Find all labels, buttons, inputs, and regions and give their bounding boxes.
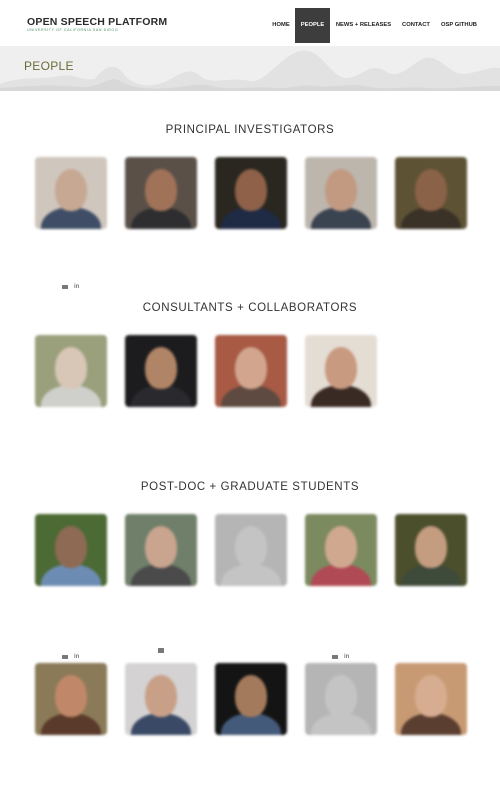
envelope-icon [62, 654, 68, 660]
section-heading-principal-investigators: PRINCIPAL INVESTIGATORS [165, 124, 335, 136]
envelope-icon [332, 654, 338, 660]
person-face [55, 526, 87, 568]
linkedin-link[interactable]: in [74, 654, 79, 661]
nav-home[interactable]: HOME [267, 8, 295, 43]
person-photo[interactable] [35, 514, 107, 586]
person-face [325, 347, 357, 389]
envelope-link[interactable] [62, 654, 68, 661]
person-photo[interactable] [35, 157, 107, 229]
linkedin-link[interactable]: in [74, 284, 79, 291]
person-face [55, 347, 87, 389]
linkedin-icon: in [74, 654, 80, 660]
envelope-icon [158, 648, 164, 653]
person-face [145, 169, 177, 211]
person-photo[interactable] [395, 663, 467, 735]
linkedin-link[interactable]: in [344, 654, 349, 661]
person-photo[interactable] [305, 663, 377, 735]
nav-osp-github[interactable]: OSP GITHUB [437, 8, 481, 43]
person-face [55, 675, 87, 717]
nav-news-releases[interactable]: NEWS + RELEASES [333, 8, 394, 43]
person-photo[interactable] [215, 663, 287, 735]
person-photo[interactable] [395, 157, 467, 229]
person-face [145, 675, 177, 717]
envelope-link[interactable] [62, 284, 68, 291]
page-title: PEOPLE [24, 59, 74, 73]
main-nav: HOME PEOPLE NEWS + RELEASES CONTACT OSP … [0, 8, 500, 43]
envelope-icon [62, 284, 68, 290]
person-face [325, 526, 357, 568]
person-face [55, 169, 87, 211]
person-photo[interactable] [215, 157, 287, 229]
social-links: in [62, 654, 85, 662]
social-links: in [62, 284, 85, 292]
page-banner: PEOPLE [0, 46, 500, 91]
social-links [158, 648, 170, 656]
person-photo[interactable] [125, 335, 197, 407]
person-face [415, 675, 447, 717]
person-face [235, 347, 267, 389]
placeholder-avatar-head [235, 526, 267, 568]
social-links: in [332, 654, 355, 662]
person-photo[interactable] [215, 335, 287, 407]
placeholder-avatar-head [325, 675, 357, 717]
person-face [145, 526, 177, 568]
person-face [415, 169, 447, 211]
envelope-link[interactable] [332, 654, 338, 661]
linkedin-icon: in [74, 284, 80, 290]
person-face [235, 169, 267, 211]
person-photo[interactable] [35, 663, 107, 735]
person-face [415, 526, 447, 568]
person-face [325, 169, 357, 211]
envelope-link[interactable] [158, 648, 164, 654]
person-photo[interactable] [215, 514, 287, 586]
person-photo[interactable] [125, 157, 197, 229]
person-photo[interactable] [305, 514, 377, 586]
section-heading-postdoc-graduate-students: POST-DOC + GRADUATE STUDENTS [140, 481, 360, 493]
section-heading-consultants-collaborators: CONSULTANTS + COLLABORATORS [142, 302, 358, 314]
site-header: OPEN SPEECH PLATFORM UNIVERSITY OF CALIF… [0, 0, 500, 46]
person-photo[interactable] [305, 335, 377, 407]
nav-people[interactable]: PEOPLE [295, 8, 330, 43]
person-photo[interactable] [125, 663, 197, 735]
person-photo[interactable] [305, 157, 377, 229]
person-photo[interactable] [35, 335, 107, 407]
nav-contact[interactable]: CONTACT [397, 8, 435, 43]
person-face [235, 675, 267, 717]
banner-background-shapes [0, 46, 500, 91]
person-photo[interactable] [125, 514, 197, 586]
person-face [145, 347, 177, 389]
linkedin-icon: in [344, 654, 350, 660]
person-photo[interactable] [395, 514, 467, 586]
